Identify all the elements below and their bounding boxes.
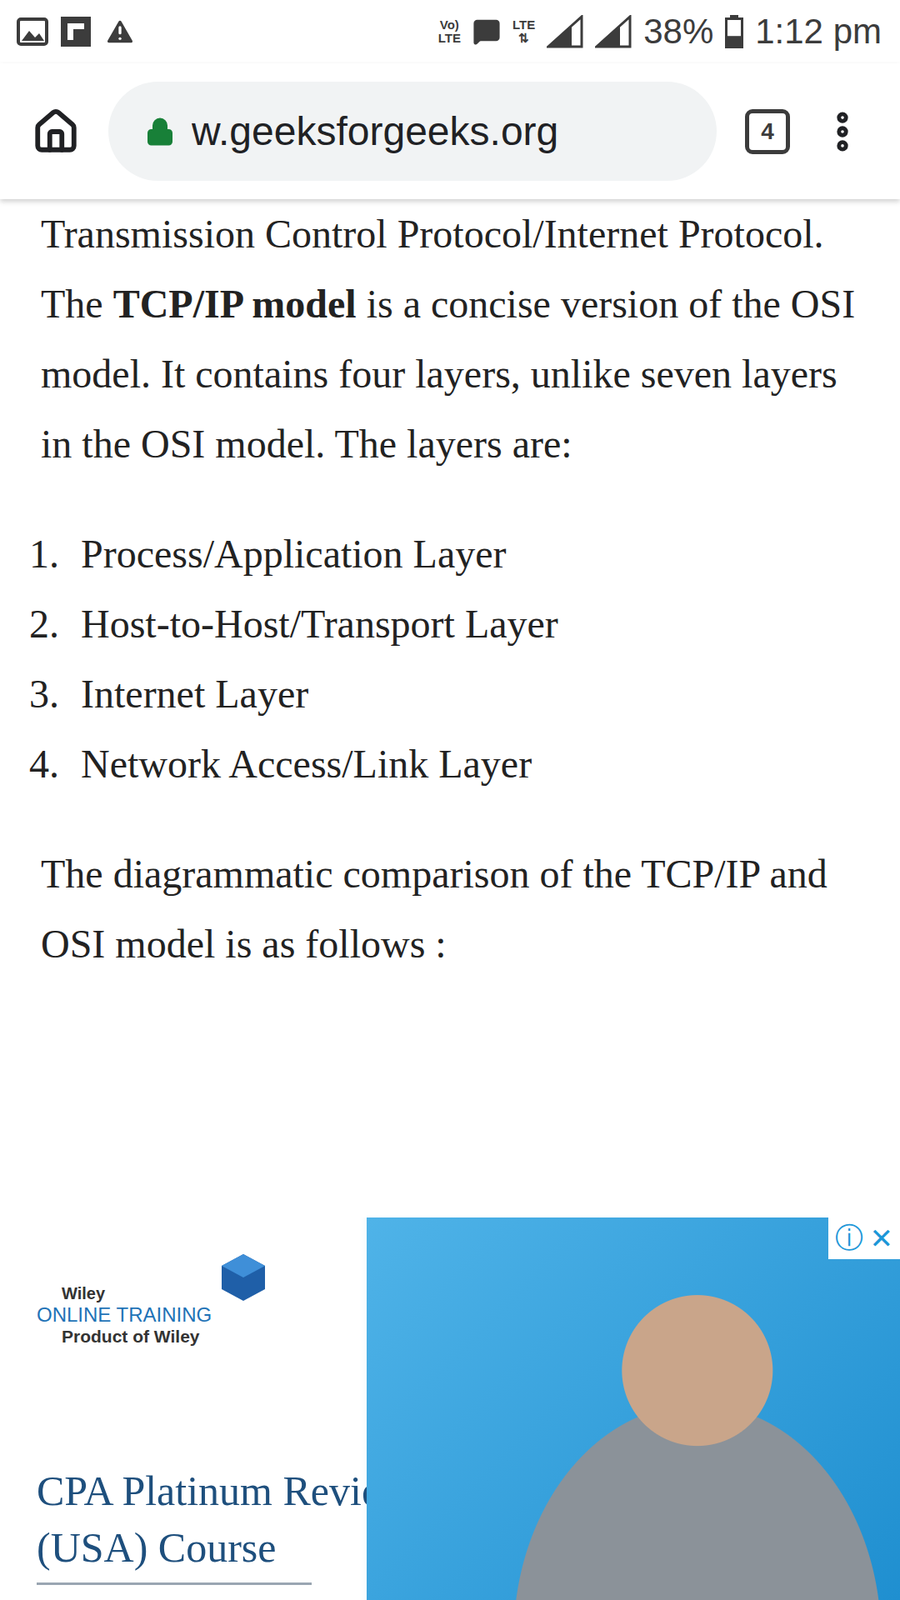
cube-icon [216,1250,270,1305]
status-bar: Vo)LTE LTE⇅ 38% 1:12 pm [0,0,900,64]
network-indicator: LTE⇅ [512,18,535,45]
ad-choices: ⓘ✕ [828,1217,900,1260]
signal-2-icon [595,15,632,49]
address-field[interactable]: w.geeksforgeeks.org [108,81,717,181]
advertisement[interactable]: WileyONLINE TRAININGProduct of WileyCPA … [0,1217,900,1600]
screen: Vo)LTE LTE⇅ 38% 1:12 pm w.geeksforgeeks.org 4… [0,0,900,1600]
article: Transmission Control Protocol/Internet P… [0,199,900,1218]
list-item: 1.Process/Application Layer [29,519,867,590]
ad-photo [366,1217,900,1600]
lock-icon [145,116,175,147]
outro-paragraph: The diagrammatic comparison of the TCP/I… [40,839,867,980]
url-text: w.geeksforgeeks.org [191,108,559,155]
menu-icon[interactable] [818,107,867,156]
battery-icon [725,15,744,49]
list-item: 4.Network Access/Link Layer [29,729,867,800]
browser-toolbar: w.geeksforgeeks.org 4 [0,63,900,200]
ad-close-button[interactable]: ✕ [870,1221,895,1255]
layer-list: 1.Process/Application Layer2.Host-to-Hos… [29,519,867,800]
warning-icon [103,15,137,49]
flipboard-icon [60,15,92,48]
list-item: 3.Internet Layer [29,659,867,730]
intro-paragraph: Transmission Control Protocol/Internet P… [40,199,867,480]
tab-switcher[interactable]: 4 [745,109,790,155]
volte-indicator: Vo)LTE [438,18,461,45]
signal-icon [546,15,584,49]
clock: 1:12 pm [755,11,882,52]
list-item: 2.Host-to-Host/Transport Layer [29,589,867,660]
ad-info-button[interactable]: ⓘ [835,1219,864,1258]
message-icon [472,17,501,46]
home-icon[interactable] [31,107,80,156]
ad-headline: CPA Platinum Review(USA) Course [36,1462,312,1585]
battery-percent: 38% [643,11,714,52]
gallery-icon [16,17,49,46]
